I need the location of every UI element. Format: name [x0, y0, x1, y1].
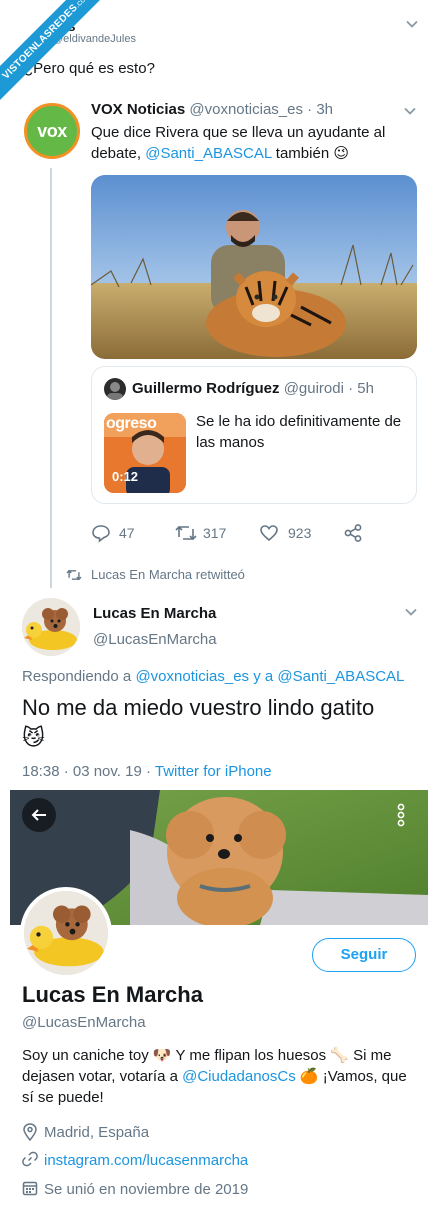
profile-handle: @LucasEnMarcha	[22, 1014, 146, 1031]
heart-icon[interactable]	[259, 523, 279, 543]
reply-source[interactable]: Twitter for iPhone	[155, 763, 272, 780]
replying-to: Respondiendo a @voxnoticias_es y a @Sant…	[22, 668, 404, 685]
retweeted-by[interactable]: Lucas En Marcha retwitteó	[91, 567, 245, 582]
lucas-avatar[interactable]	[22, 598, 80, 656]
profile-location: Madrid, España	[44, 1124, 150, 1141]
nested-text: Se le ha ido definitivamente de las mano…	[196, 413, 402, 451]
thread-line	[50, 168, 52, 588]
like-count: 923	[288, 525, 312, 541]
vox-author-name[interactable]: VOX Noticias	[91, 101, 185, 118]
profile-joined: Se unió en noviembre de 2019	[44, 1181, 249, 1198]
reply-meta: 18:38 · 03 nov. 19 · Twitter for iPhone	[22, 763, 272, 780]
bio-mention[interactable]: @CiudadanosCs	[182, 1068, 296, 1085]
location-pin-icon	[23, 1123, 37, 1141]
profile-avatar[interactable]	[20, 887, 112, 979]
chevron-down-icon[interactable]	[404, 16, 420, 32]
retweet-icon	[66, 569, 82, 581]
tweet-actions: 47 317 923	[91, 522, 371, 544]
tiger-photo	[91, 175, 417, 359]
replying-joiner: y a	[249, 668, 278, 685]
vox-tweet-text: Que dice Rivera que se lleva un ayudante…	[91, 122, 411, 164]
share-icon[interactable]	[343, 523, 363, 543]
reply-count: 47	[119, 525, 135, 541]
calendar-icon	[22, 1181, 38, 1196]
vox-handle[interactable]: @voxnoticias_es	[189, 101, 303, 118]
chevron-down-icon[interactable]	[403, 604, 419, 620]
replying-mention-1[interactable]: @voxnoticias_es	[135, 668, 249, 685]
thumbnail-sign-text: ogreso	[106, 415, 157, 432]
more-options-icon[interactable]	[390, 800, 412, 830]
reply-icon[interactable]	[91, 523, 111, 543]
tweet-photo[interactable]	[91, 175, 417, 359]
nested-quote-card[interactable]: Guillermo Rodríguez @guirodi · 5h ogreso…	[91, 366, 417, 504]
profile-bio: Soy un caniche toy 🐶 Y me flipan los hue…	[22, 1045, 417, 1108]
back-button[interactable]	[22, 798, 56, 832]
vox-text-end: también 😉	[271, 145, 349, 162]
profile-name: Lucas En Marcha	[22, 982, 203, 1007]
reply-author[interactable]: Lucas En Marcha	[93, 605, 216, 622]
video-duration: 0:12	[112, 469, 139, 484]
follow-button[interactable]: Seguir	[312, 938, 416, 972]
dog-duck-image	[22, 598, 80, 656]
avatar-silhouette	[107, 382, 123, 400]
reply-date: 18:38 · 03 nov. 19 ·	[22, 763, 155, 780]
retweet-icon[interactable]	[175, 523, 197, 543]
main-tweet-text: ¿Pero qué es esto?	[24, 60, 155, 77]
vox-avatar[interactable]: vox	[24, 103, 80, 159]
vox-logo-text: vox	[37, 120, 67, 141]
profile-website[interactable]: instagram.com/lucasenmarcha	[44, 1152, 248, 1169]
nested-time: · 5h	[348, 380, 374, 397]
reply-handle[interactable]: @LucasEnMarcha	[93, 631, 217, 648]
retweet-count: 317	[203, 525, 227, 541]
replying-label: Respondiendo a	[22, 668, 136, 685]
nested-handle[interactable]: @guirodi	[284, 380, 344, 397]
mention-link[interactable]: @Santi_ABASCAL	[145, 145, 271, 162]
reply-text: No me da miedo vuestro lindo gatito 😼	[22, 693, 422, 753]
chevron-down-icon[interactable]	[402, 103, 418, 119]
guillermo-avatar[interactable]	[104, 378, 126, 400]
replying-mention-2[interactable]: @Santi_ABASCAL	[277, 668, 404, 685]
arrow-left-icon	[31, 809, 46, 821]
watermark-ribbon: VISTOENLASREDES.com	[0, 0, 123, 112]
vox-time: · 3h	[307, 101, 334, 118]
dog-duck-image	[24, 891, 108, 975]
link-icon	[22, 1151, 38, 1167]
video-thumbnail[interactable]: ogreso 0:12	[104, 413, 186, 493]
nested-author[interactable]: Guillermo Rodríguez	[132, 380, 280, 397]
reply-text-content: No me da miedo vuestro lindo gatito	[22, 695, 375, 720]
reply-emoji: 😼	[22, 725, 45, 750]
